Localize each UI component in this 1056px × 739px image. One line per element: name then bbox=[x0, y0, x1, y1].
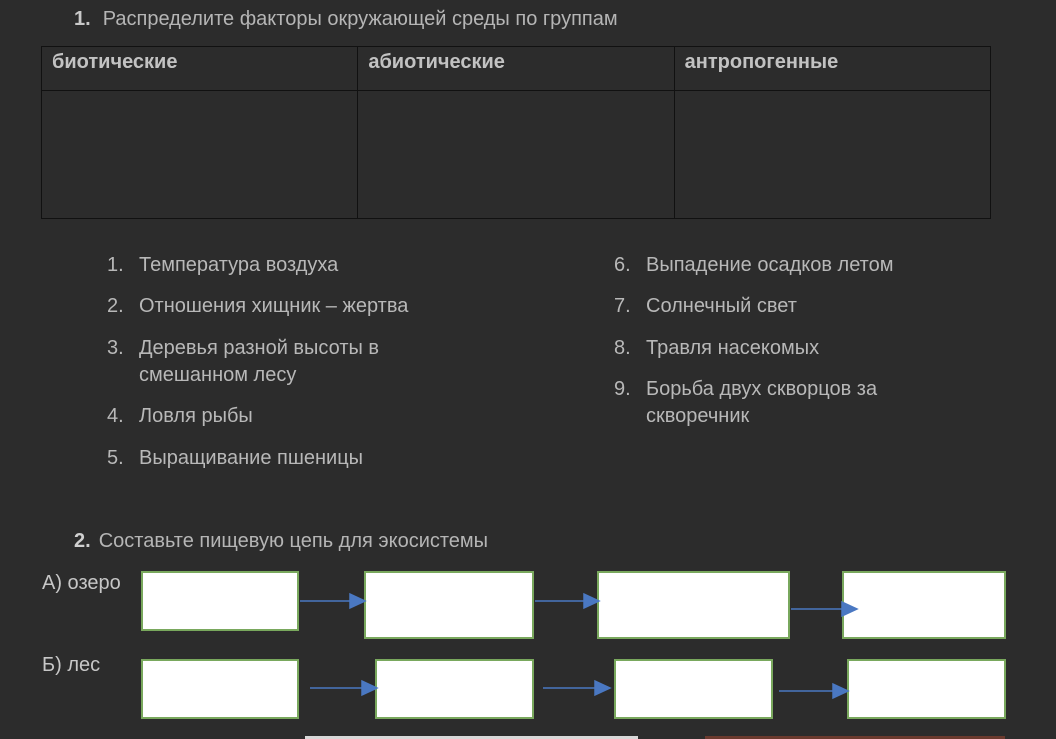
arrow-right-icon bbox=[535, 592, 601, 610]
arrow-right-icon bbox=[300, 592, 367, 610]
arrow-right-icon bbox=[791, 600, 859, 618]
chain-arrows bbox=[300, 592, 859, 700]
arrow-right-icon bbox=[310, 679, 379, 697]
arrow-right-icon bbox=[543, 679, 612, 697]
arrow-right-icon bbox=[779, 682, 850, 700]
